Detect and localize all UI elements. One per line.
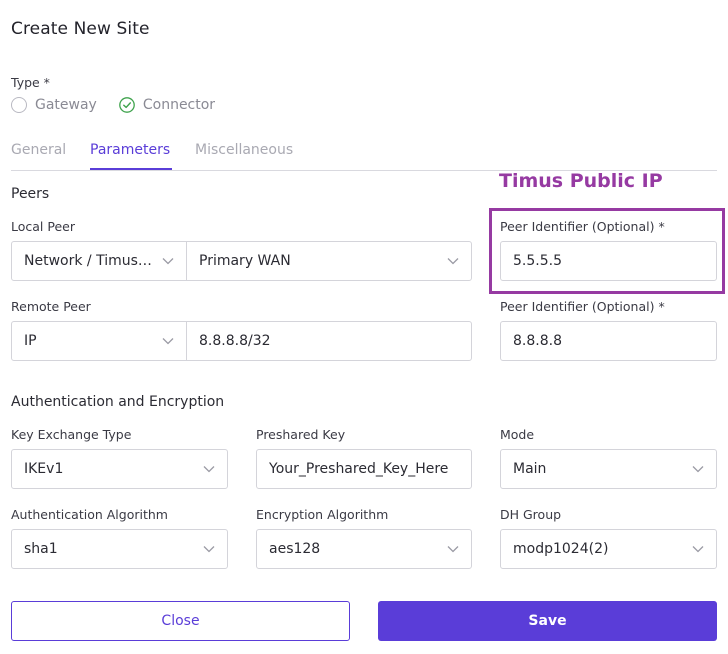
select-value: sha1 bbox=[24, 541, 58, 557]
annotation-text: Timus Public IP bbox=[499, 170, 663, 192]
peers-section-title: Peers bbox=[11, 186, 50, 202]
type-radio-group: Gateway Connector bbox=[11, 97, 237, 113]
key-exchange-select[interactable]: IKEv1 bbox=[11, 449, 228, 489]
local-peer-label: Local Peer bbox=[11, 219, 75, 234]
type-option-label: Connector bbox=[142, 97, 216, 113]
key-exchange-label: Key Exchange Type bbox=[11, 427, 132, 442]
local-peer-interface-select[interactable]: Primary WAN bbox=[186, 241, 472, 281]
close-button[interactable]: Close bbox=[11, 601, 350, 641]
input-value: 8.8.8.8/32 bbox=[199, 333, 271, 349]
encryption-algorithm-label: Encryption Algorithm bbox=[256, 507, 389, 522]
chevron-down-icon bbox=[447, 258, 459, 265]
type-option-connector[interactable]: Connector bbox=[119, 97, 215, 113]
encryption-algorithm-select[interactable]: aes128 bbox=[256, 529, 472, 569]
remote-peer-identifier-label: Peer Identifier (Optional) * bbox=[500, 299, 665, 314]
chevron-down-icon bbox=[162, 258, 174, 265]
type-option-gateway[interactable]: Gateway bbox=[11, 97, 97, 113]
chevron-down-icon bbox=[447, 546, 459, 553]
auth-section-title: Authentication and Encryption bbox=[11, 394, 225, 410]
dh-group-label: DH Group bbox=[500, 507, 562, 522]
tab-bar: General Parameters Miscellaneous bbox=[11, 140, 717, 171]
remote-peer-label: Remote Peer bbox=[11, 299, 91, 314]
select-value: aes128 bbox=[269, 541, 321, 557]
select-value: Network / Timus_... bbox=[24, 253, 156, 269]
input-value: 8.8.8.8 bbox=[513, 333, 562, 349]
preshared-key-label: Preshared Key bbox=[256, 427, 346, 442]
type-label: Type * bbox=[11, 75, 50, 90]
remote-peer-type-select[interactable]: IP bbox=[11, 321, 187, 361]
chevron-down-icon bbox=[203, 466, 215, 473]
radio-unchecked-icon bbox=[11, 97, 27, 113]
chevron-down-icon bbox=[692, 466, 704, 473]
chevron-down-icon bbox=[692, 546, 704, 553]
input-value: Your_Preshared_Key_Here bbox=[269, 461, 449, 477]
chevron-down-icon bbox=[203, 546, 215, 553]
type-option-label: Gateway bbox=[35, 97, 97, 113]
remote-peer-address-input[interactable]: 8.8.8.8/32 bbox=[186, 321, 472, 361]
select-value: modp1024(2) bbox=[513, 541, 609, 557]
dh-group-select[interactable]: modp1024(2) bbox=[500, 529, 717, 569]
dialog-title: Create New Site bbox=[11, 19, 150, 39]
tab-parameters[interactable]: Parameters bbox=[90, 142, 170, 158]
auth-algorithm-label: Authentication Algorithm bbox=[11, 507, 168, 522]
select-value: Main bbox=[513, 461, 547, 477]
select-value: Primary WAN bbox=[199, 253, 291, 269]
select-value: IKEv1 bbox=[24, 461, 64, 477]
auth-algorithm-select[interactable]: sha1 bbox=[11, 529, 228, 569]
chevron-down-icon bbox=[162, 338, 174, 345]
check-circle-icon bbox=[119, 97, 135, 113]
tab-general[interactable]: General bbox=[11, 142, 66, 158]
tab-miscellaneous[interactable]: Miscellaneous bbox=[195, 142, 293, 158]
remote-peer-identifier-input[interactable]: 8.8.8.8 bbox=[500, 321, 717, 361]
select-value: IP bbox=[24, 333, 37, 349]
local-peer-network-select[interactable]: Network / Timus_... bbox=[11, 241, 187, 281]
mode-label: Mode bbox=[500, 427, 535, 442]
save-button[interactable]: Save bbox=[378, 601, 717, 641]
preshared-key-input[interactable]: Your_Preshared_Key_Here bbox=[256, 449, 472, 489]
mode-select[interactable]: Main bbox=[500, 449, 717, 489]
annotation-highlight-box bbox=[489, 208, 725, 294]
active-tab-indicator bbox=[90, 168, 172, 170]
